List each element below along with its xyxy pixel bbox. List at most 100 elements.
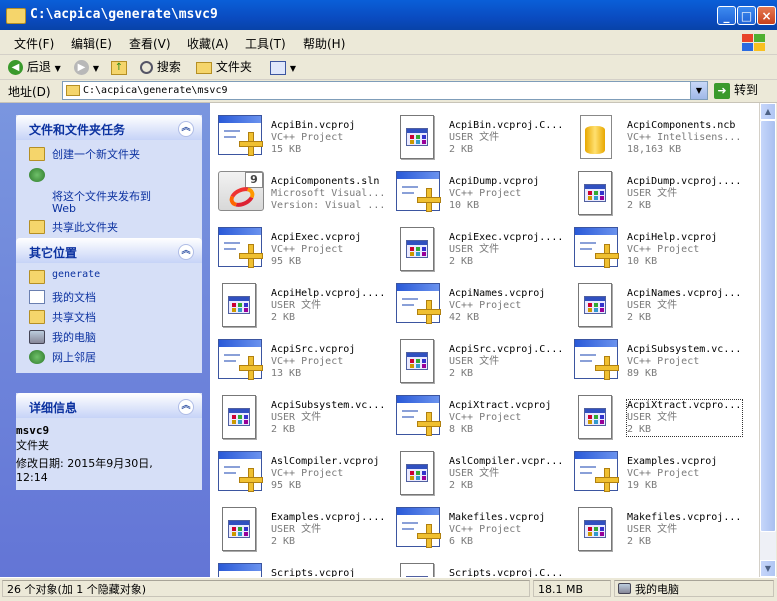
address-label: 地址(D) [8, 85, 51, 99]
menu-tools[interactable]: 工具(T) [245, 35, 286, 52]
file-item[interactable]: AcpiSubsystem.vc... VC++ Project 89 KB [566, 335, 744, 387]
place-shared-documents[interactable]: 共享文档 [16, 309, 202, 327]
file-item[interactable]: AcpiComponents.ncb VC++ Intellisens... 18,… [566, 111, 744, 163]
views-button[interactable]: ▼ [270, 57, 296, 77]
file-item[interactable]: Examples.vcproj.... USER 文件 2 KB [210, 503, 388, 555]
back-dropdown-icon[interactable]: ▼ [55, 64, 61, 73]
file-view[interactable]: AcpiBin.vcproj VC++ Project 15 KB AcpiBin.v… [210, 103, 759, 577]
search-label: 搜索 [156, 60, 181, 74]
task-publish-web[interactable]: 将这个文件夹发布到 Web [16, 167, 202, 215]
file-tasks-header[interactable]: 文件和文件夹任务 ︽ [16, 115, 202, 140]
folders-button[interactable]: 文件夹 [196, 57, 252, 77]
file-info: AcpiBin.vcproj VC++ Project 15 KB [271, 120, 386, 156]
file-item[interactable]: 9 AcpiComponents.sln Microsoft Visual... Ve… [210, 167, 388, 219]
forward-button[interactable]: ▶ ▼ [74, 57, 99, 77]
file-item[interactable]: AslCompiler.vcpr... USER 文件 2 KB [388, 447, 566, 499]
file-item[interactable]: AcpiNames.vcproj VC++ Project 42 KB [388, 279, 566, 331]
file-name: Examples.vcproj.... [271, 512, 386, 523]
file-type: VC++ Project [271, 468, 344, 479]
file-item[interactable]: AcpiExec.vcproj VC++ Project 95 KB [210, 223, 388, 275]
menu-view[interactable]: 查看(V) [129, 35, 171, 52]
share-folder-icon [29, 220, 45, 234]
place-my-computer-label: 我的电脑 [52, 331, 96, 344]
views-icon [270, 60, 286, 75]
file-name: AcpiExec.vcproj.... [449, 232, 564, 243]
file-item[interactable]: AcpiNames.vcproj... USER 文件 2 KB [566, 279, 744, 331]
vertical-scrollbar[interactable]: ▲ ▼ [759, 103, 776, 577]
file-type: VC++ Project [449, 300, 522, 311]
search-button[interactable]: 搜索 [140, 57, 181, 77]
task-new-folder[interactable]: 创建一个新文件夹 [16, 146, 202, 164]
vcproj-file-icon [574, 227, 622, 275]
views-dropdown-icon: ▼ [289, 64, 296, 73]
search-icon [140, 61, 153, 74]
file-size: 15 KB [271, 144, 302, 155]
user-file-icon [396, 451, 444, 499]
collapse-chevron-icon[interactable]: ︽ [178, 399, 194, 415]
details-header[interactable]: 详细信息 ︽ [16, 393, 202, 418]
place-my-documents[interactable]: 我的文档 [16, 289, 202, 307]
go-button[interactable]: ➜ 转到 [714, 81, 770, 100]
address-dropdown-icon[interactable]: ▼ [690, 82, 707, 99]
file-name: AcpiBin.vcproj [271, 120, 356, 131]
address-input[interactable]: C:\acpica\generate\msvc9 ▼ [62, 81, 708, 100]
other-places-title: 其它位置 [29, 246, 78, 260]
user-file-icon [574, 171, 622, 219]
menu-favorites[interactable]: 收藏(A) [187, 35, 229, 52]
file-item[interactable]: AcpiDump.vcproj.... USER 文件 2 KB [566, 167, 744, 219]
file-item[interactable]: AcpiXtract.vcproj VC++ Project 8 KB [388, 391, 566, 443]
menu-file[interactable]: 文件(F) [14, 35, 54, 52]
close-button[interactable]: × [757, 6, 776, 25]
menu-help[interactable]: 帮助(H) [303, 35, 345, 52]
file-item[interactable]: Scripts.vcproj.C... [388, 559, 566, 577]
title-bar[interactable]: C:\acpica\generate\msvc9 _ □ × [0, 0, 777, 30]
minimize-button[interactable]: _ [717, 6, 736, 25]
file-item[interactable]: AcpiBin.vcproj.C... USER 文件 2 KB [388, 111, 566, 163]
back-button[interactable]: ◀ 后退 ▼ [8, 57, 61, 77]
file-type: USER 文件 [449, 468, 500, 479]
file-item[interactable]: Makefiles.vcproj... USER 文件 2 KB [566, 503, 744, 555]
file-name: AcpiSubsystem.vc... [271, 400, 386, 411]
place-generate[interactable]: generate [16, 269, 202, 287]
maximize-button[interactable]: □ [737, 6, 756, 25]
file-item[interactable]: AcpiExec.vcproj.... USER 文件 2 KB [388, 223, 566, 275]
file-item[interactable]: AcpiHelp.vcproj VC++ Project 10 KB [566, 223, 744, 275]
file-name: Examples.vcproj [627, 456, 718, 467]
file-item[interactable]: AcpiSrc.vcproj VC++ Project 13 KB [210, 335, 388, 387]
up-folder-button[interactable]: ↑ [111, 57, 127, 77]
file-name: AcpiXtract.vcproj [449, 400, 552, 411]
file-type: VC++ Project [449, 524, 522, 535]
scroll-up-icon[interactable]: ▲ [760, 103, 776, 120]
task-share-folder-label: 共享此文件夹 [52, 221, 118, 234]
file-item[interactable]: AcpiXtract.vcpro... USER 文件 2 KB [566, 391, 744, 443]
computer-icon [618, 583, 631, 594]
file-size: 95 KB [271, 480, 302, 491]
place-my-computer[interactable]: 我的电脑 [16, 329, 202, 347]
scroll-thumb[interactable] [760, 120, 776, 532]
file-item[interactable]: Scripts.vcproj [210, 559, 388, 577]
file-item[interactable]: Examples.vcproj VC++ Project 19 KB [566, 447, 744, 499]
file-size: 2 KB [627, 312, 652, 323]
scroll-down-icon[interactable]: ▼ [760, 560, 776, 577]
task-new-folder-label: 创建一个新文件夹 [52, 148, 140, 161]
file-item[interactable]: AcpiDump.vcproj VC++ Project 10 KB [388, 167, 566, 219]
go-label: 转到 [734, 83, 759, 97]
file-item[interactable]: AslCompiler.vcproj VC++ Project 95 KB [210, 447, 388, 499]
status-objects: 26 个对象(加 1 个隐藏对象) [2, 580, 530, 597]
other-places-header[interactable]: 其它位置 ︽ [16, 238, 202, 263]
task-share-folder[interactable]: 共享此文件夹 [16, 219, 202, 237]
forward-dropdown-icon[interactable]: ▼ [93, 64, 99, 73]
place-network[interactable]: 网上邻居 [16, 349, 202, 367]
file-type: VC++ Project [271, 356, 344, 367]
file-type: VC++ Intellisens... [627, 132, 742, 143]
file-item[interactable]: AcpiSrc.vcproj.C... USER 文件 2 KB [388, 335, 566, 387]
file-item[interactable]: AcpiSubsystem.vc... USER 文件 2 KB [210, 391, 388, 443]
file-item[interactable]: AcpiHelp.vcproj.... USER 文件 2 KB [210, 279, 388, 331]
file-item[interactable]: AcpiBin.vcproj VC++ Project 15 KB [210, 111, 388, 163]
file-size: 2 KB [449, 256, 474, 267]
file-item[interactable]: Makefiles.vcproj VC++ Project 6 KB [388, 503, 566, 555]
menu-edit[interactable]: 编辑(E) [71, 35, 112, 52]
collapse-chevron-icon[interactable]: ︽ [178, 121, 194, 137]
user-file-icon [574, 395, 622, 443]
collapse-chevron-icon[interactable]: ︽ [178, 244, 194, 260]
